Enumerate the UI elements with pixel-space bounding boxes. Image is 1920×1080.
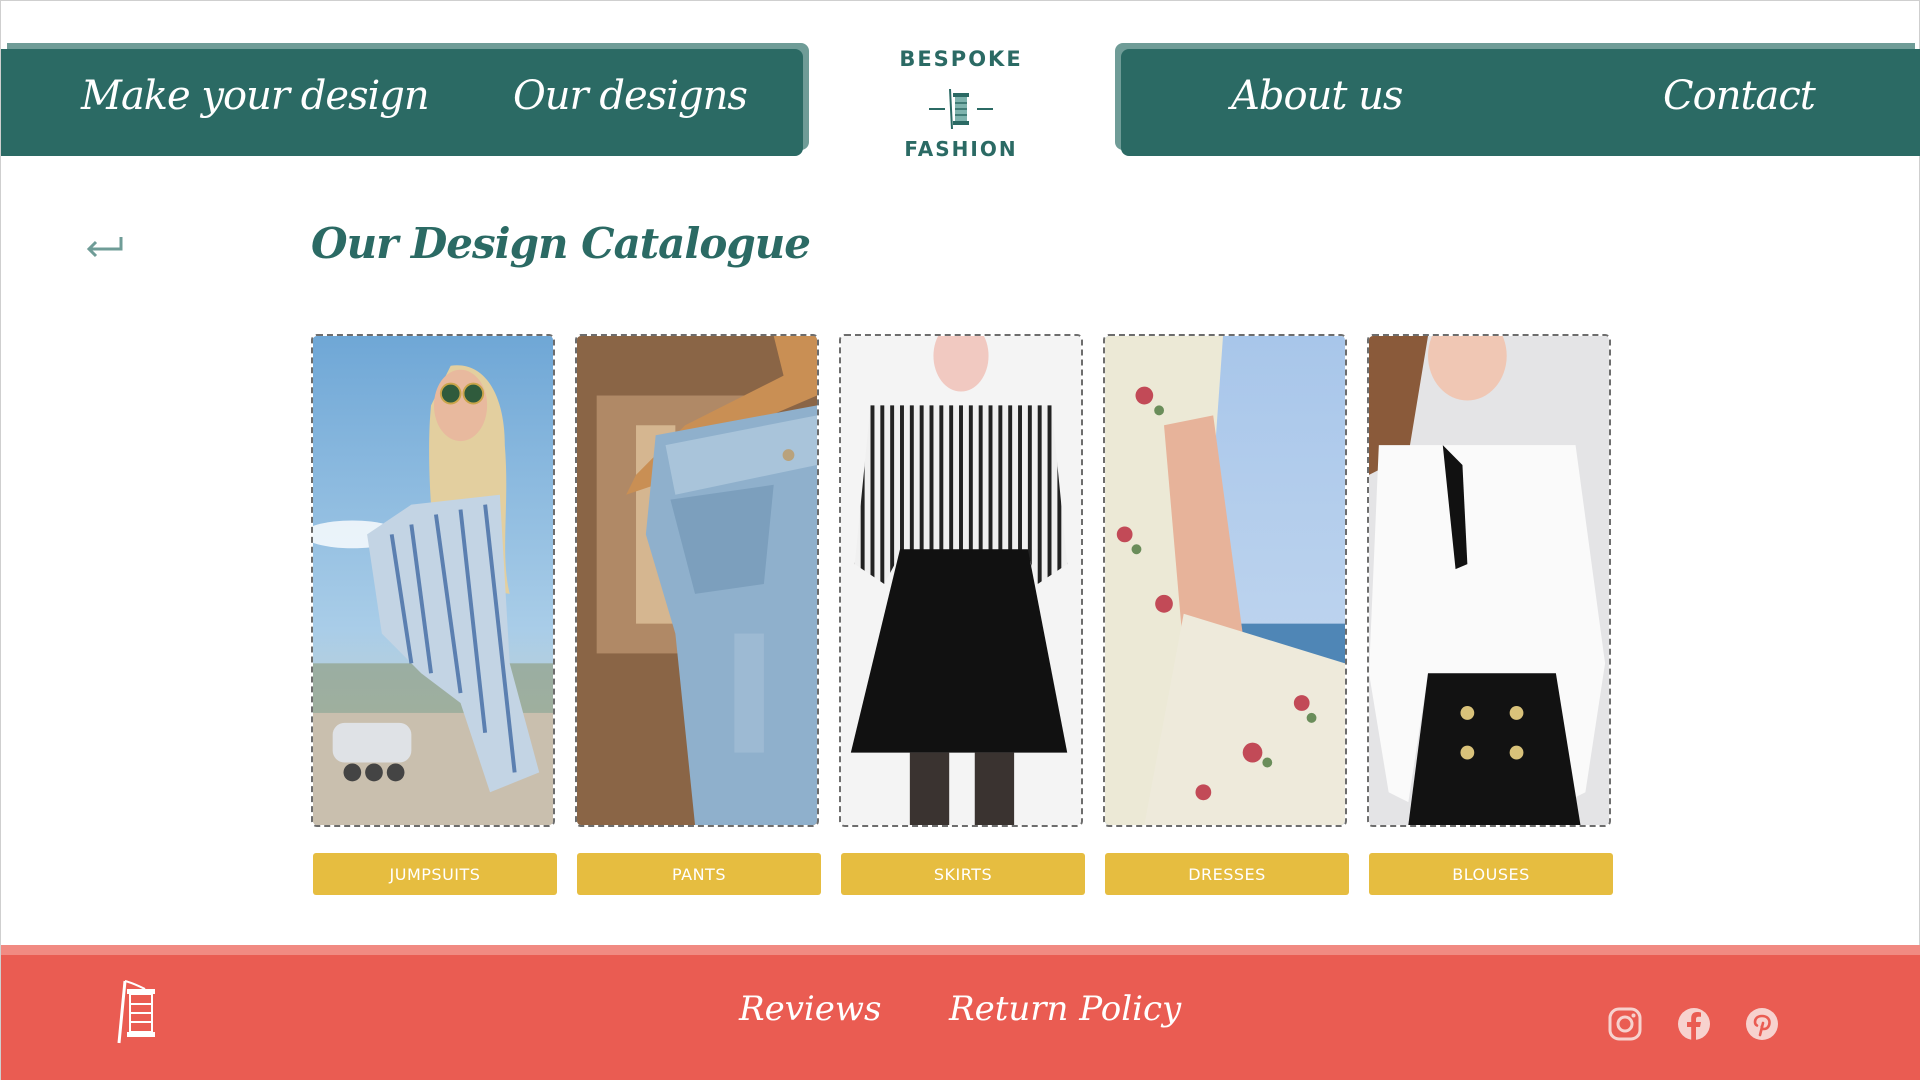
category-button-dresses[interactable]: DRESSES	[1105, 853, 1349, 895]
category-image-blouses[interactable]	[1367, 334, 1611, 827]
category-button-jumpsuits[interactable]: JUMPSUITS	[313, 853, 557, 895]
nav-about-us[interactable]: About us	[1231, 73, 1403, 119]
facebook-icon[interactable]	[1677, 1007, 1711, 1041]
footer-return-policy-link[interactable]: Return Policy	[949, 989, 1181, 1029]
footer: Reviews Return Policy	[1, 945, 1920, 1080]
instagram-icon[interactable]	[1608, 1007, 1642, 1041]
page-title: Our Design Catalogue	[311, 219, 811, 268]
nav-our-designs[interactable]: Our designs	[513, 73, 748, 119]
category-button-blouses[interactable]: BLOUSES	[1369, 853, 1613, 895]
category-image-dresses[interactable]	[1103, 334, 1347, 827]
category-button-skirts[interactable]: SKIRTS	[841, 853, 1085, 895]
back-arrow-icon[interactable]	[83, 233, 127, 263]
spool-needle-icon	[929, 88, 993, 130]
logo-bottom-text: FASHION	[904, 137, 1018, 161]
footer-reviews-link[interactable]: Reviews	[739, 989, 881, 1029]
pinterest-icon[interactable]	[1745, 1007, 1779, 1041]
bespoke-fashion-logo[interactable]: BESPOKE FASHION	[871, 45, 1051, 170]
category-image-pants[interactable]	[575, 334, 819, 827]
nav-left: Make your design Our designs	[1, 49, 803, 156]
category-image-jumpsuits[interactable]	[311, 334, 555, 827]
nav-right: About us Contact	[1121, 49, 1920, 156]
spool-needle-icon[interactable]	[111, 977, 165, 1049]
nav-make-your-design[interactable]: Make your design	[81, 73, 430, 119]
category-image-skirts[interactable]	[839, 334, 1083, 827]
category-button-pants[interactable]: PANTS	[577, 853, 821, 895]
nav-contact[interactable]: Contact	[1663, 73, 1816, 119]
logo-top-text: BESPOKE	[899, 47, 1023, 71]
